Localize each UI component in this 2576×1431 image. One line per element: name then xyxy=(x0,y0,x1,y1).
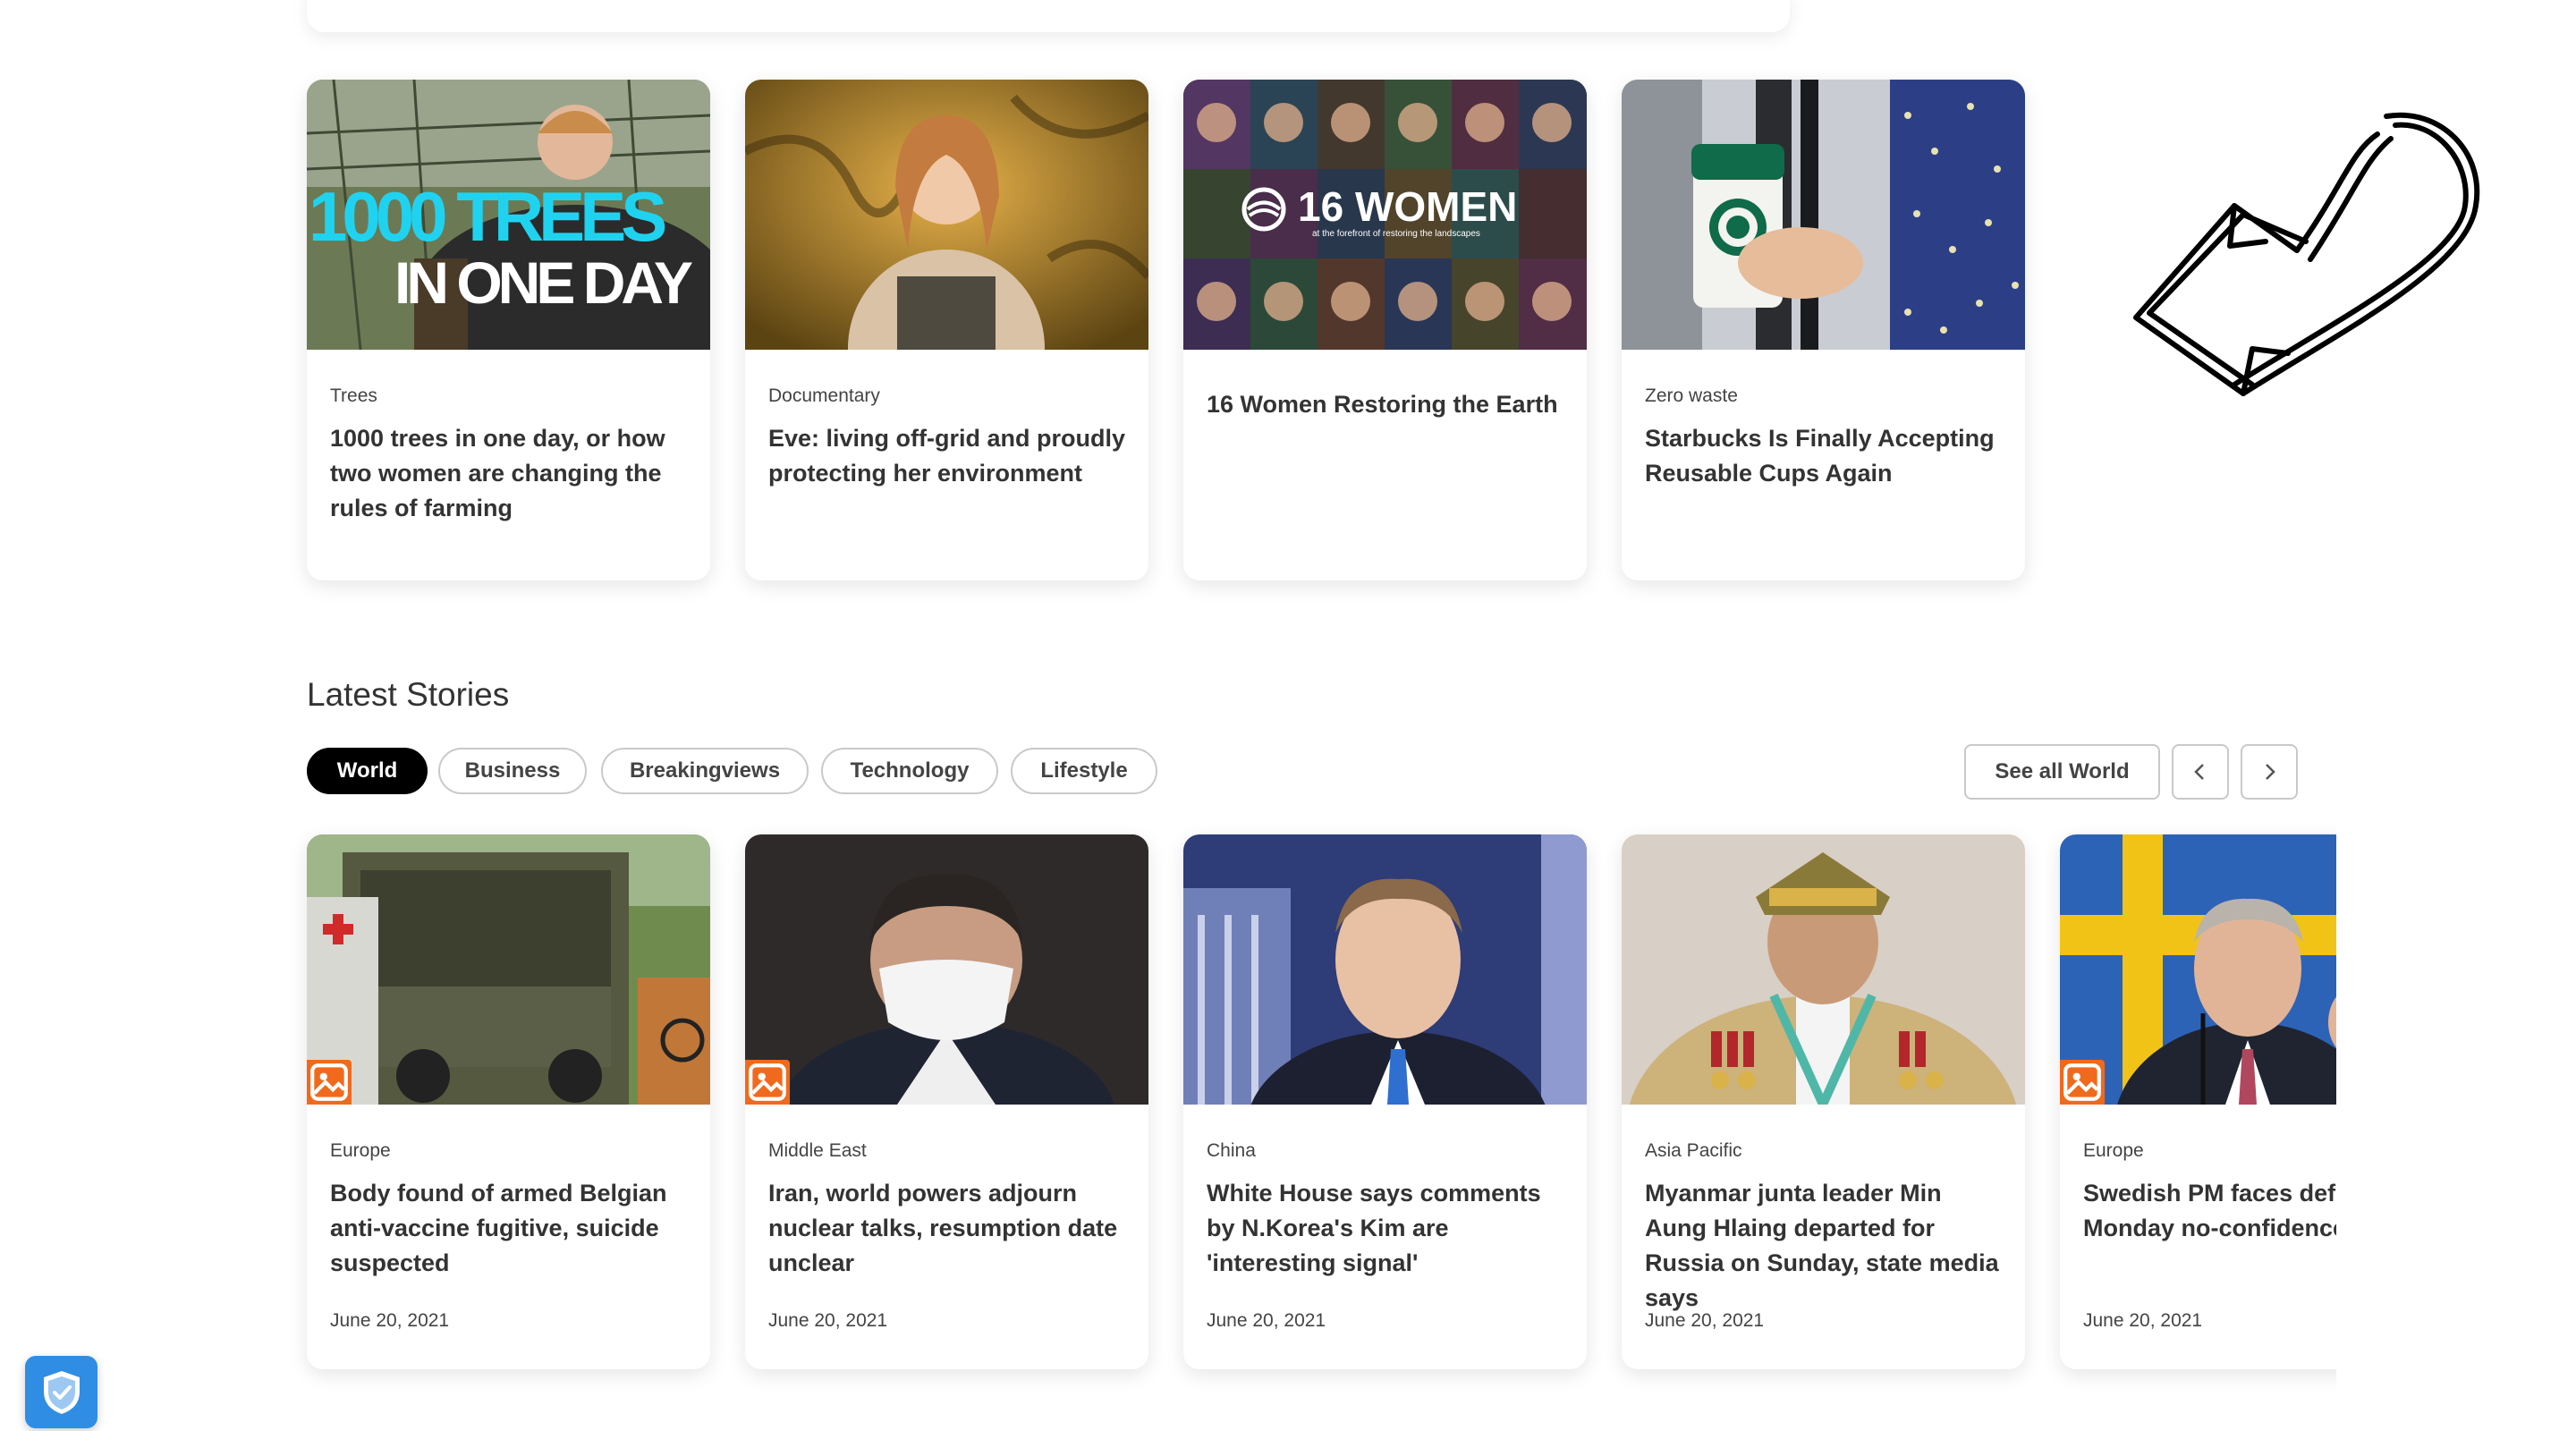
card-date: June 20, 2021 xyxy=(1645,1310,1765,1331)
story-image xyxy=(307,834,710,1105)
photo-icon xyxy=(310,1063,348,1101)
card-date: June 20, 2021 xyxy=(1207,1310,1326,1331)
card-kicker: China xyxy=(1207,1140,1256,1161)
story-image xyxy=(2060,834,2336,1105)
story-image xyxy=(745,834,1148,1105)
photo-badge xyxy=(2060,1060,2105,1105)
photo-icon xyxy=(749,1063,786,1101)
story-card[interactable]: Asia Pacific Myanmar junta leader Min Au… xyxy=(1622,834,2025,1369)
card-title[interactable]: Swedish PM faces defeat in Monday no-con… xyxy=(2083,1176,2336,1246)
card-date: June 20, 2021 xyxy=(2083,1310,2203,1331)
privacy-shield-button[interactable] xyxy=(25,1356,97,1428)
story-image xyxy=(1622,834,2025,1105)
photo-icon xyxy=(2063,1063,2101,1101)
story-card[interactable]: Europe Swedish PM faces defeat in Monday… xyxy=(2060,834,2336,1369)
stories-carousel: Europe Body found of armed Belgian anti-… xyxy=(0,0,2336,1431)
card-kicker: Middle East xyxy=(768,1140,867,1161)
story-card[interactable]: Middle East Iran, world powers adjourn n… xyxy=(745,834,1148,1369)
photo-badge xyxy=(307,1060,352,1105)
story-card[interactable]: Europe Body found of armed Belgian anti-… xyxy=(307,834,710,1369)
story-card[interactable]: China White House says comments by N.Kor… xyxy=(1183,834,1587,1369)
shield-check-icon xyxy=(43,1370,80,1414)
card-date: June 20, 2021 xyxy=(330,1310,450,1331)
card-kicker: Europe xyxy=(2083,1140,2144,1161)
card-date: June 20, 2021 xyxy=(768,1310,888,1331)
photo-badge xyxy=(745,1060,790,1105)
card-title[interactable]: Myanmar junta leader Min Aung Hlaing dep… xyxy=(1645,1176,2002,1316)
card-title[interactable]: White House says comments by N.Korea's K… xyxy=(1207,1176,1563,1281)
card-kicker: Europe xyxy=(330,1140,391,1161)
card-title[interactable]: Iran, world powers adjourn nuclear talks… xyxy=(768,1176,1125,1281)
card-kicker: Asia Pacific xyxy=(1645,1140,1742,1161)
story-image xyxy=(1183,834,1587,1105)
card-title[interactable]: Body found of armed Belgian anti-vaccine… xyxy=(330,1176,687,1281)
